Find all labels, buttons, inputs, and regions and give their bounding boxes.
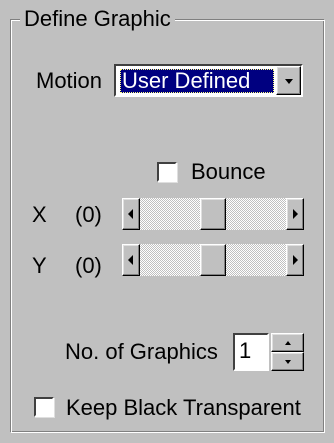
x-value: (0) [75, 202, 102, 227]
motion-label: Motion [36, 68, 103, 93]
motion-dropdown-button[interactable] [276, 66, 301, 95]
arrow-left-icon [128, 209, 133, 219]
arrow-right-icon [293, 209, 298, 219]
y-value: (0) [75, 253, 102, 278]
motion-dropdown[interactable]: User Defined [114, 64, 303, 97]
x-scroll-right-button[interactable] [286, 198, 304, 230]
graphics-count-input[interactable]: 1 [233, 333, 269, 371]
x-scroll-left-button[interactable] [122, 198, 140, 230]
bounce-label: Bounce [191, 159, 266, 184]
graphics-count-label: No. of Graphics [65, 339, 218, 364]
chevron-down-icon [284, 78, 293, 84]
x-scrollbar[interactable] [122, 198, 304, 230]
y-scroll-thumb[interactable] [200, 244, 226, 276]
define-graphic-title: Define Graphic [20, 7, 175, 31]
bounce-checkbox[interactable] [157, 162, 177, 182]
arrow-left-icon [128, 255, 133, 265]
arrow-up-icon [284, 340, 291, 345]
graphics-count-decrement[interactable] [271, 352, 304, 371]
y-label: Y [32, 253, 47, 278]
arrow-right-icon [293, 255, 298, 265]
keep-black-transparent-checkbox[interactable] [34, 397, 54, 417]
x-label: X [32, 202, 47, 227]
graphics-count-increment[interactable] [271, 333, 304, 352]
keep-black-transparent-label: Keep Black Transparent [66, 395, 301, 420]
y-scrollbar[interactable] [122, 244, 304, 276]
y-scroll-right-button[interactable] [286, 244, 304, 276]
arrow-down-icon [284, 359, 291, 364]
x-scroll-thumb[interactable] [200, 198, 226, 230]
y-scroll-left-button[interactable] [122, 244, 140, 276]
motion-selected-value: User Defined [120, 69, 274, 93]
